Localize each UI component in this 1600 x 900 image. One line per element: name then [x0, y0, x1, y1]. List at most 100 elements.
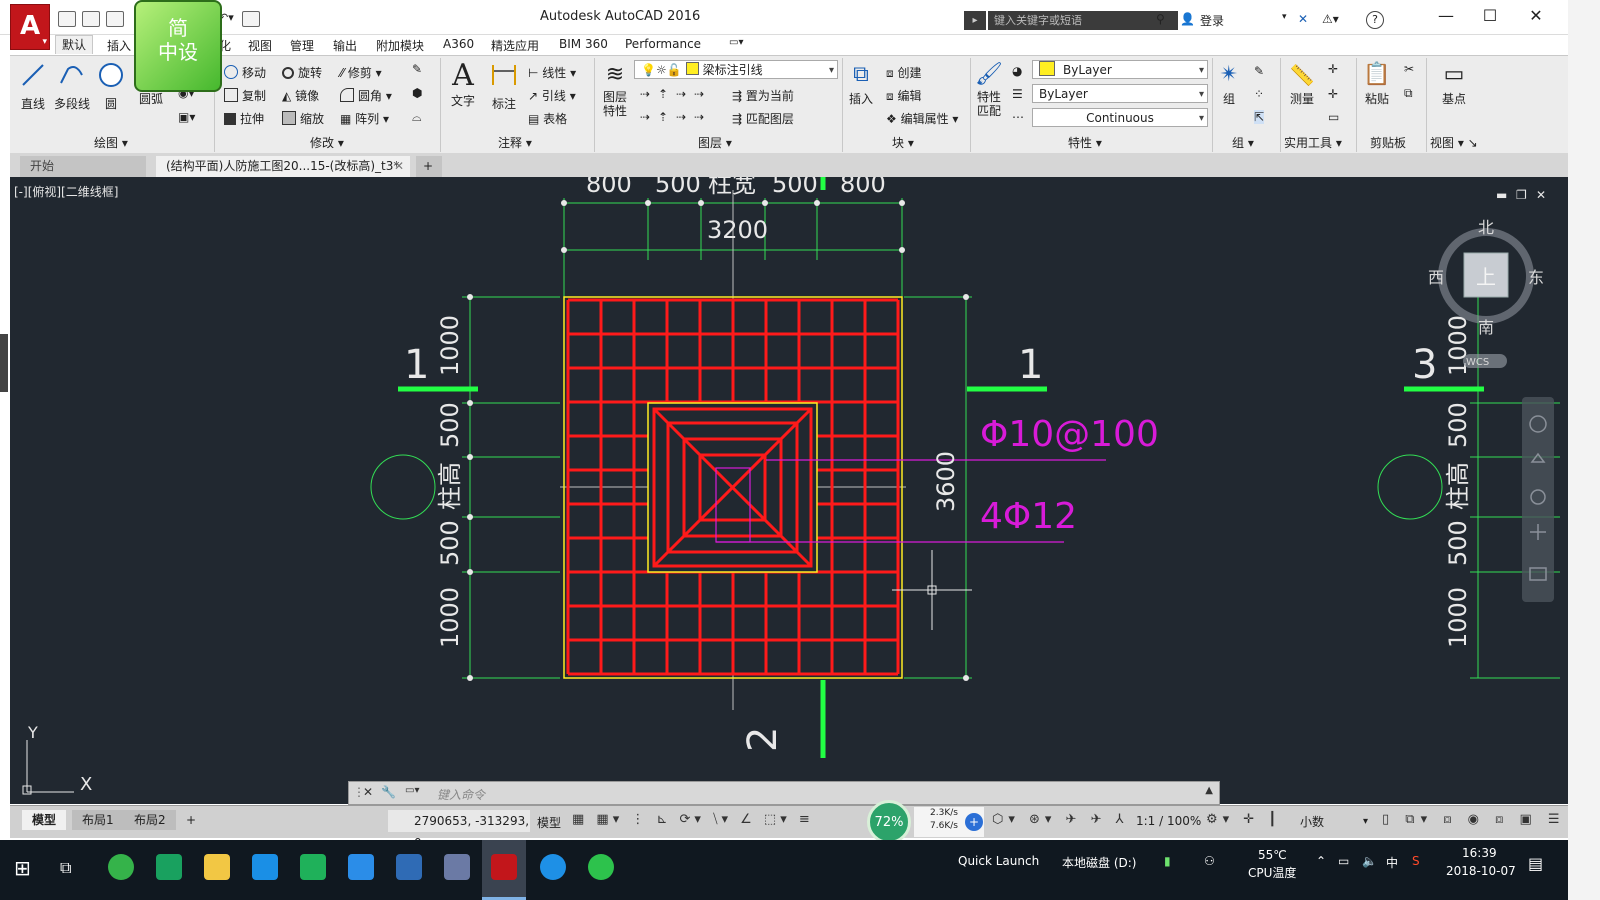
text-editor-icon[interactable]	[348, 854, 374, 880]
save-icon[interactable]	[106, 11, 124, 27]
wechat-icon[interactable]	[588, 854, 614, 880]
open-file-icon[interactable]	[82, 11, 100, 27]
grid-snap-icons[interactable]: ▦ ▦▾ ⋮ ⊾ ⟳▾ ⧹▾ ∠ ⬚▾ ≡	[572, 812, 814, 827]
windows-start-icon[interactable]: ⊞	[14, 856, 31, 880]
viewcube-west[interactable]: 西	[1428, 268, 1444, 287]
maximize-icon[interactable]: ☐	[1476, 6, 1504, 25]
autocad-taskbar-button[interactable]	[482, 840, 526, 900]
edge-browser-icon[interactable]	[540, 854, 566, 880]
dimension-button[interactable]: 标注	[488, 61, 520, 112]
text-button[interactable]: A 文字	[448, 60, 478, 109]
quick-launch-label[interactable]: Quick Launch	[958, 854, 1039, 868]
block-panel-title[interactable]: 块 ▾	[892, 134, 914, 151]
tab-active-drawing[interactable]: (结构平面)人防施工图20...15-(改标高)_t3* ✕	[156, 156, 410, 177]
overlay-app-badge[interactable]: 简 中设	[134, 0, 222, 92]
leader-button[interactable]: ↗ 引线 ▾	[528, 87, 576, 104]
edit-attributes-button[interactable]: ❖ 编辑属性 ▾	[886, 110, 958, 127]
wcs-label[interactable]: WCS	[1466, 357, 1489, 368]
line-button[interactable]: 直线	[16, 61, 50, 112]
tab-a360[interactable]: A360	[443, 37, 474, 51]
measure-button[interactable]: 📏 测量	[1284, 60, 1320, 107]
status-tools-icons[interactable]: ▯ ⧉▾ ⧈ ◉ ⧈ ▣ ☰	[1382, 812, 1566, 827]
units-dropdown[interactable]: 小数 ▾	[1300, 812, 1372, 832]
color-dropdown[interactable]: ByLayer	[1032, 60, 1208, 80]
viewcube-east[interactable]: 东	[1528, 268, 1544, 287]
linear-dim-button[interactable]: ⊢ 线性 ▾	[528, 64, 576, 81]
draw-panel-title[interactable]: 绘图 ▾	[94, 134, 128, 151]
login-button[interactable]: 登录	[1200, 12, 1224, 29]
viewport-close-icon[interactable]: ✕	[1536, 188, 1546, 202]
edit-block-button[interactable]: ⧈ 编辑	[886, 87, 921, 104]
network-add-icon[interactable]: +	[965, 813, 983, 831]
stretch-button[interactable]: 拉伸	[224, 110, 264, 127]
view-panel-title[interactable]: 视图 ▾ ↘	[1430, 134, 1478, 151]
network-tray-icon[interactable]: ▭	[1338, 854, 1349, 868]
tab-performance[interactable]: Performance	[625, 37, 701, 51]
command-history-icon[interactable]: ▲	[1205, 785, 1213, 796]
tab-bim360[interactable]: BIM 360	[559, 37, 608, 51]
erase-icon[interactable]: ✎	[412, 62, 422, 76]
offset-icon[interactable]: ⌓	[412, 110, 422, 125]
tab-output[interactable]: 输出	[333, 37, 357, 54]
viewcube-top[interactable]: 上	[1476, 265, 1496, 289]
array-button[interactable]: ▦ 阵列 ▾	[340, 110, 389, 127]
annotation-scale[interactable]: 1:1 / 100%	[1136, 814, 1201, 828]
disk-label[interactable]: 本地磁盘 (D:)	[1062, 854, 1136, 871]
group-panel-title[interactable]: 组 ▾	[1232, 134, 1254, 151]
tray-overflow-icon[interactable]: ⌃	[1316, 854, 1326, 868]
lineweight-dropdown[interactable]: ByLayer	[1032, 84, 1208, 104]
linetype-dropdown[interactable]: Continuous	[1032, 108, 1208, 128]
explode-icon[interactable]: ⬢	[412, 86, 422, 100]
trim-button[interactable]: ⁄⁄ 修剪 ▾	[340, 64, 382, 81]
lineweight-icon[interactable]: ☰	[1012, 87, 1023, 101]
browser-360-icon[interactable]	[108, 854, 134, 880]
battery-icon[interactable]: ▮	[1164, 854, 1171, 868]
tab-start[interactable]: 开始	[20, 156, 146, 177]
autodesk-a360-icon[interactable]: ⚠▾	[1322, 12, 1339, 26]
sogou-ime-icon[interactable]: S	[1412, 854, 1420, 868]
wps-sheet-icon[interactable]	[156, 854, 182, 880]
help-icon[interactable]: ?	[1366, 11, 1384, 29]
people-icon[interactable]: ⚇	[1204, 854, 1215, 868]
arc-button[interactable]: 圆弧	[136, 90, 166, 107]
clock-date[interactable]: 2018-10-07	[1446, 864, 1516, 878]
ribbon-minimize-icon[interactable]: ▭▾	[729, 37, 743, 48]
tab-addins[interactable]: 附加模块	[376, 37, 424, 54]
game-icon[interactable]	[444, 854, 470, 880]
command-input[interactable]: 键入命令	[437, 786, 485, 803]
login-dropdown-icon[interactable]: ▾	[1282, 12, 1287, 22]
layer-tools-row-1[interactable]: ⇢⇡⇢⇢	[640, 87, 712, 101]
viewport-minimize-icon[interactable]: ▬	[1496, 188, 1507, 202]
file-explorer-icon[interactable]	[204, 854, 230, 880]
tab-default[interactable]: 默认	[55, 35, 94, 54]
viewport-controls-label[interactable]: [-][俯视][二维线框]	[14, 183, 118, 200]
tab-insert[interactable]: 插入	[107, 37, 131, 54]
insert-block-button[interactable]: ⧉ 插入	[844, 60, 878, 107]
circle-button[interactable]: 圆	[96, 61, 126, 112]
command-prompt-icon[interactable]: ▭▾	[405, 785, 419, 796]
exchange-icon[interactable]: ✕	[1298, 12, 1308, 26]
command-settings-icon[interactable]: 🔧	[381, 785, 396, 799]
match-properties-button[interactable]: 🖌 特性 匹配	[972, 60, 1006, 118]
command-close-icon[interactable]: ✕	[363, 785, 373, 799]
left-side-handle[interactable]	[0, 334, 8, 392]
group-select-icon[interactable]: ⇱	[1254, 110, 1265, 124]
minimize-icon[interactable]: —	[1432, 6, 1460, 25]
layer-tools-row-2[interactable]: ⇢⇡⇢⇢	[640, 110, 712, 124]
layout-tab-model[interactable]: 模型	[22, 810, 67, 830]
navigation-bar[interactable]	[1522, 397, 1554, 602]
move-button[interactable]: 移动	[224, 64, 266, 81]
command-line[interactable]: ⋮ ✕ 🔧 ▭▾ 键入命令 ▲	[348, 781, 1220, 805]
group-edit-icon[interactable]: ⁘	[1254, 87, 1264, 101]
table-button[interactable]: ▤ 表格	[528, 110, 567, 127]
layout-tab-1[interactable]: 布局1	[72, 810, 124, 830]
autocad-logo-icon[interactable]: A ▾	[10, 4, 50, 50]
set-current-button[interactable]: ⇶ 置为当前	[732, 87, 794, 104]
layer-panel-title[interactable]: 图层 ▾	[698, 134, 732, 151]
create-block-button[interactable]: ⧈ 创建	[886, 64, 921, 81]
binoculars-icon[interactable]: ⚲	[1156, 12, 1165, 26]
base-point-button[interactable]: ▭ 基点	[1436, 60, 1472, 107]
polyline-button[interactable]: 多段线	[52, 61, 92, 112]
linetype-icon[interactable]: ⋯	[1012, 110, 1024, 124]
region-icon[interactable]: ▣▾	[178, 110, 195, 124]
